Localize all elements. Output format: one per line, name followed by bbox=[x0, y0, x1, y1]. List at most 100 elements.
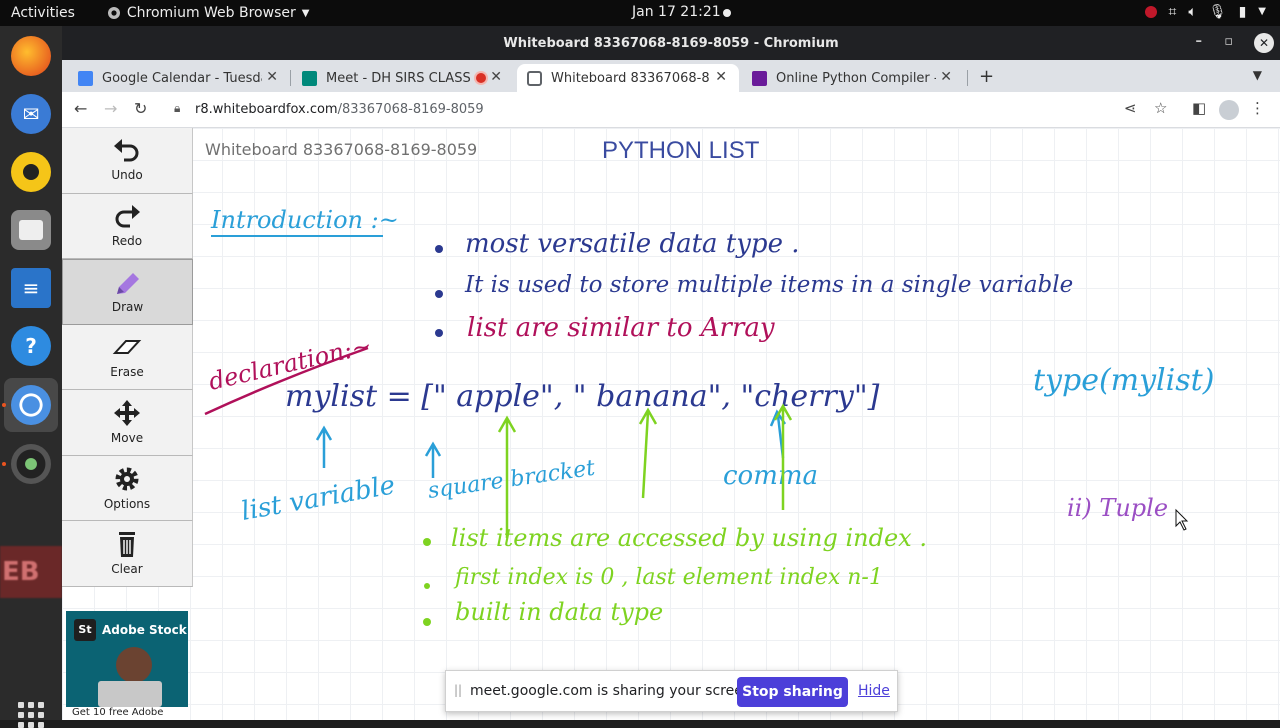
undo-icon bbox=[114, 139, 139, 162]
files-icon[interactable] bbox=[11, 210, 51, 250]
forward-arrow-icon[interactable]: → bbox=[104, 99, 117, 118]
compiler-favicon-icon bbox=[752, 70, 767, 86]
browser-toolbar: ← → ↻ 🔒︎ r8.whiteboardfox.com/83367068-8… bbox=[62, 92, 1280, 128]
tab-python-compiler[interactable]: Online Python Compiler - ✕ bbox=[742, 64, 964, 92]
eraser-icon bbox=[112, 339, 142, 354]
rhythmbox-icon[interactable] bbox=[11, 152, 51, 192]
chromium-icon[interactable] bbox=[11, 385, 51, 425]
new-tab-plus-icon[interactable]: + bbox=[979, 66, 994, 87]
help-icon[interactable]: ? bbox=[11, 326, 51, 366]
ink-label-list-variable: list variable bbox=[239, 470, 397, 527]
close-tab-icon[interactable]: ✕ bbox=[490, 69, 502, 85]
adobe-stock-logo: St bbox=[74, 619, 96, 641]
chromium-small-icon bbox=[107, 7, 120, 19]
tab-label: Online Python Compiler - bbox=[776, 70, 936, 86]
redo-label: Redo bbox=[111, 233, 143, 248]
ink-arrow bbox=[638, 407, 658, 499]
hide-button[interactable]: Hide bbox=[858, 683, 890, 699]
activities-button[interactable]: Activities bbox=[11, 5, 75, 21]
options-button[interactable]: Options bbox=[62, 455, 193, 521]
recording-indicator-icon bbox=[476, 73, 486, 83]
tab-google-calendar[interactable]: Google Calendar - Tuesday ✕ bbox=[68, 64, 290, 92]
redo-icon bbox=[115, 204, 140, 228]
redo-button[interactable]: Redo bbox=[62, 193, 193, 259]
tab-whiteboard[interactable]: Whiteboard 83367068-8169-8059 ✕ bbox=[517, 64, 739, 92]
erase-button[interactable]: Erase bbox=[62, 324, 193, 390]
microphone-icon: 🎙︎ bbox=[1208, 4, 1227, 20]
undo-label: Undo bbox=[111, 168, 143, 183]
drag-handle-icon[interactable]: || bbox=[454, 683, 462, 697]
close-window-button[interactable]: ✕ bbox=[1254, 33, 1274, 53]
stop-sharing-button[interactable]: Stop sharing bbox=[737, 677, 848, 707]
draw-button[interactable]: Draw bbox=[62, 259, 193, 325]
clear-label: Clear bbox=[111, 562, 143, 577]
chevron-down-icon: ▼ bbox=[1258, 6, 1266, 17]
thunderbird-icon[interactable]: ✉ bbox=[11, 94, 51, 134]
share-icon[interactable]: ⋖ bbox=[1124, 99, 1137, 117]
clear-button[interactable]: Clear bbox=[62, 521, 193, 587]
address-bar[interactable]: r8.whiteboardfox.com/83367068-8169-8059 bbox=[195, 102, 484, 117]
whiteboard-toolbar: Undo Redo Draw Erase Move Options Clear bbox=[62, 128, 193, 587]
tab-label: Meet - DH SIRS CLASSROOM bbox=[326, 70, 472, 86]
whiteboard-favicon-icon bbox=[527, 70, 542, 86]
move-button[interactable]: Move bbox=[62, 390, 193, 456]
close-tab-icon[interactable]: ✕ bbox=[940, 69, 952, 85]
ink-bullet-1: most versatile data type . bbox=[465, 229, 800, 259]
lock-icon[interactable]: 🔒︎ bbox=[174, 101, 180, 116]
libreoffice-writer-icon[interactable]: ≡ bbox=[11, 268, 51, 308]
whiteboard-page[interactable]: Undo Redo Draw Erase Move Options Clear … bbox=[62, 128, 1280, 720]
menu-kebab-icon[interactable]: ⋮ bbox=[1250, 99, 1265, 117]
tab-separator bbox=[290, 70, 291, 86]
ink-bullet bbox=[435, 245, 443, 253]
volume-icon: 🔈︎ bbox=[1188, 4, 1197, 20]
ink-arrow bbox=[424, 441, 442, 478]
ink-type-call: type(mylist) bbox=[1033, 363, 1214, 398]
battery-icon: ▮ bbox=[1238, 4, 1247, 20]
bookmark-star-icon[interactable]: ☆ bbox=[1154, 99, 1167, 117]
move-icon bbox=[114, 400, 140, 427]
close-tab-icon[interactable]: ✕ bbox=[266, 69, 278, 85]
share-message: meet.google.com is sharing your screen. bbox=[470, 683, 757, 699]
tab-label: Google Calendar - Tuesday bbox=[102, 70, 262, 86]
ad-photo-laptop bbox=[98, 681, 162, 707]
show-applications-icon[interactable] bbox=[18, 702, 44, 728]
pencil-icon bbox=[116, 272, 139, 294]
firefox-icon[interactable] bbox=[11, 36, 51, 76]
mouse-cursor-icon bbox=[1175, 508, 1189, 531]
options-label: Options bbox=[103, 496, 151, 511]
ink-label-comma: comma bbox=[723, 461, 818, 491]
adobe-stock-ad[interactable]: St Adobe Stock Get 10 free Adobe bbox=[66, 611, 188, 720]
obs-icon[interactable] bbox=[11, 444, 51, 484]
minimize-button[interactable]: – bbox=[1196, 34, 1203, 49]
window-titlebar: Whiteboard 83367068-8169-8059 - Chromium… bbox=[62, 26, 1280, 60]
system-top-bar: Activities Chromium Web Browser ▼ Jan 17… bbox=[0, 0, 1280, 26]
running-indicator-icon bbox=[2, 403, 6, 407]
running-indicator-icon bbox=[2, 462, 6, 466]
ad-brand: Adobe Stock bbox=[102, 623, 187, 637]
ink-bullet bbox=[424, 583, 430, 589]
undo-button[interactable]: Undo bbox=[62, 128, 193, 194]
tab-google-meet[interactable]: Meet - DH SIRS CLASSROOM ✕ bbox=[292, 64, 514, 92]
ad-photo bbox=[116, 647, 152, 683]
back-arrow-icon[interactable]: ← bbox=[74, 99, 87, 118]
system-tray[interactable]: ⌗ 🔈︎ 🎙︎ ▮ ▼ bbox=[1144, 4, 1266, 20]
network-icon: ⌗ bbox=[1168, 4, 1177, 20]
side-panel-icon[interactable]: ◧ bbox=[1192, 99, 1206, 117]
notification-dot-icon bbox=[723, 9, 731, 17]
app-menu[interactable]: Chromium Web Browser ▼ bbox=[107, 5, 310, 21]
tab-separator bbox=[967, 70, 968, 86]
screen-share-bar: || meet.google.com is sharing your scree… bbox=[445, 670, 898, 712]
reload-icon[interactable]: ↻ bbox=[134, 99, 147, 118]
tab-search-chevron-icon[interactable]: ▼ bbox=[1253, 68, 1262, 82]
close-tab-icon[interactable]: ✕ bbox=[715, 69, 727, 85]
ink-note-3: built in data type bbox=[455, 598, 663, 626]
ink-arrow bbox=[315, 425, 333, 468]
ink-bullet-2: It is used to store multiple items in a … bbox=[464, 272, 1073, 298]
chevron-down-icon: ▼ bbox=[301, 7, 310, 19]
clock[interactable]: Jan 17 21:21 bbox=[632, 4, 721, 20]
restore-button[interactable]: ▫ bbox=[1224, 34, 1233, 49]
profile-avatar[interactable] bbox=[1219, 100, 1239, 120]
ink-bullet-3: list are similar to Array bbox=[467, 313, 775, 343]
ink-note-1: list items are accessed by using index . bbox=[451, 524, 927, 552]
ink-label-square-bracket: square bracket bbox=[426, 456, 596, 504]
